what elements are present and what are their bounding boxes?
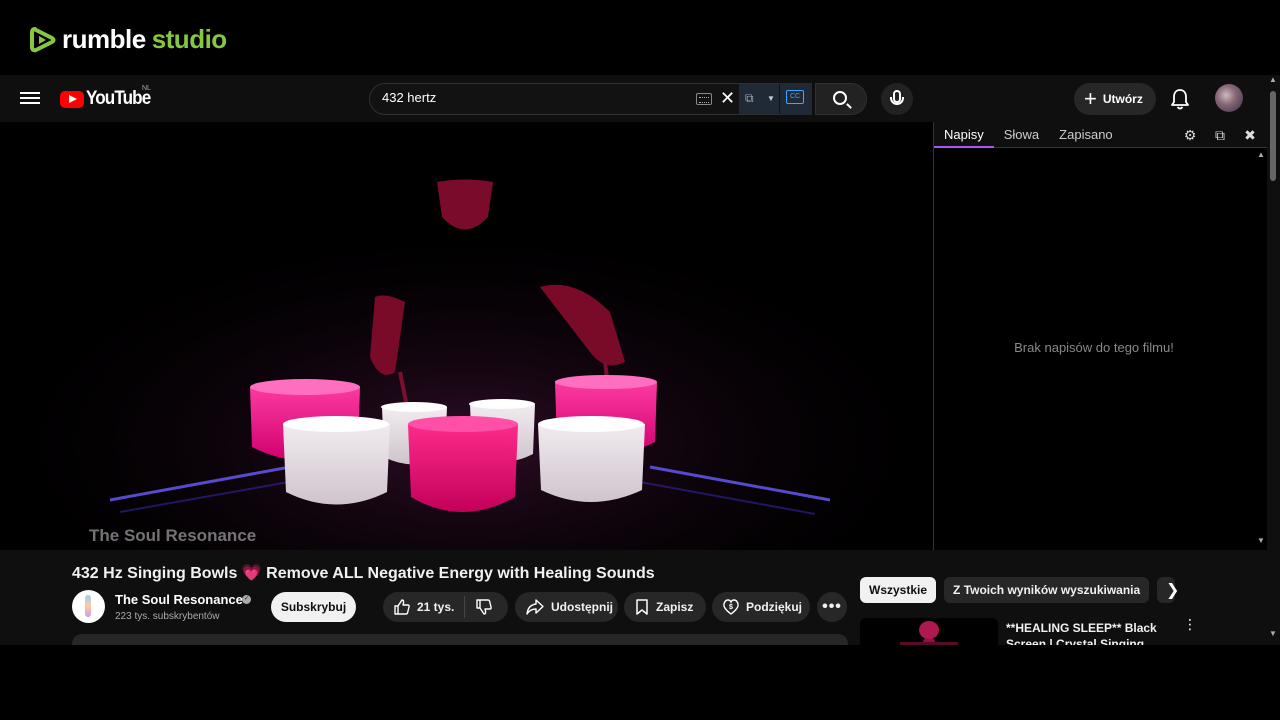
rumble-brand-word: rumble <box>62 24 146 54</box>
youtube-logo-text: YouTube <box>86 88 151 109</box>
subscribe-button[interactable]: Subskrybuj <box>271 592 356 622</box>
like-count: 21 tys. <box>417 600 455 614</box>
youtube-play-icon <box>60 90 84 108</box>
tab-zapisano[interactable]: Zapisano <box>1049 122 1122 148</box>
close-icon[interactable]: ✖ <box>1242 126 1258 144</box>
scroll-up-icon[interactable]: ▲ <box>1257 150 1265 159</box>
chevron-right-icon[interactable]: ❯ <box>1166 580 1179 600</box>
tab-slowa[interactable]: Słowa <box>994 122 1049 148</box>
thanks-heart-icon: $ <box>723 599 739 615</box>
recommendation-thumbnail[interactable] <box>860 618 998 645</box>
svg-text:$: $ <box>729 604 733 611</box>
dislike-button[interactable] <box>465 598 493 616</box>
chip-all[interactable]: Wszystkie <box>860 577 937 603</box>
keyboard-icon[interactable] <box>696 93 712 105</box>
video-frame <box>0 122 933 550</box>
subscriber-count: 223 tys. subskrybentów <box>115 611 220 622</box>
scroll-down-icon[interactable]: ▼ <box>1269 629 1277 638</box>
empty-message: Brak napisów do tego filmu! <box>1014 340 1174 355</box>
video-title: 432 Hz Singing Bowls 💗 Remove ALL Negati… <box>72 565 655 582</box>
video-player[interactable]: The Soul Resonance <box>0 122 933 550</box>
panel-icons: ⚙ ⧉ ✖ <box>1182 126 1258 144</box>
create-label: Utwórz <box>1102 92 1143 106</box>
subtitle-extension-button[interactable]: CC <box>780 83 812 115</box>
panel-scrollbar[interactable]: ▲ ▼ <box>1255 148 1267 550</box>
save-label: Zapisz <box>656 600 694 614</box>
share-button[interactable]: Udostępnij <box>515 592 618 622</box>
menu-icon[interactable] <box>20 89 40 109</box>
search-box[interactable]: ✕ ⧉ ▼ <box>369 83 812 115</box>
thanks-button[interactable]: $ Podziękuj <box>712 592 810 622</box>
studio-brand-word: studio <box>151 24 228 54</box>
thumbnail-image <box>860 618 998 645</box>
transcript-panel: Napisy Słowa Zapisano ⚙ ⧉ ✖ Brak napisów… <box>933 122 1268 550</box>
page-scrollbar[interactable]: ▲ ▼ <box>1267 75 1280 645</box>
channel-name[interactable]: The Soul Resonance <box>115 592 243 607</box>
related-chips: Wszystkie Z Twoich wyników wyszukiwania <box>860 577 1176 605</box>
like-dislike-group: 21 tys. <box>383 592 508 622</box>
search-icon <box>833 91 847 105</box>
description-box[interactable] <box>72 634 848 645</box>
create-button[interactable]: + Utwórz <box>1074 83 1156 115</box>
youtube-logo[interactable]: YouTube NL <box>60 85 157 110</box>
country-code: NL <box>142 85 151 92</box>
dropdown-arrow-icon: ▼ <box>767 94 775 103</box>
popout-icon[interactable]: ⧉ <box>1212 126 1228 144</box>
youtube-page: YouTube NL ✕ ⧉ ▼ CC + Utwórz <box>0 75 1280 645</box>
share-label: Udostępnij <box>551 600 613 614</box>
channel-avatar[interactable] <box>72 590 105 623</box>
like-button[interactable]: 21 tys. <box>383 596 466 618</box>
search-button[interactable] <box>815 83 867 115</box>
youtube-masthead: YouTube NL ✕ ⧉ ▼ CC + Utwórz <box>0 75 1280 122</box>
avatar[interactable] <box>1215 84 1243 112</box>
search-input[interactable] <box>382 90 682 105</box>
thumbs-up-icon <box>394 599 410 615</box>
subtitle-ext-icon: CC <box>786 90 804 104</box>
translate-extension-button[interactable]: ⧉ ▼ <box>739 84 779 114</box>
chip-from-search[interactable]: Z Twoich wyników wyszukiwania <box>944 577 1150 603</box>
more-actions-button[interactable]: ••• <box>817 592 847 622</box>
gear-icon[interactable]: ⚙ <box>1182 126 1198 144</box>
verified-icon: ✓ <box>242 595 251 604</box>
video-watermark: The Soul Resonance <box>89 526 257 545</box>
thanks-label: Podziękuj <box>746 600 803 614</box>
save-button[interactable]: Zapisz <box>624 592 706 622</box>
tab-napisy[interactable]: Napisy <box>934 122 994 148</box>
panel-tabs: Napisy Słowa Zapisano ⚙ ⧉ ✖ <box>934 122 1268 148</box>
kebab-menu-icon[interactable]: ⋮ <box>1183 617 1197 631</box>
rumble-studio-logo[interactable]: rumble studio <box>30 24 227 55</box>
scroll-down-icon[interactable]: ▼ <box>1257 536 1265 545</box>
clear-icon[interactable]: ✕ <box>720 88 735 109</box>
plus-icon: + <box>1084 86 1097 111</box>
bell-icon[interactable] <box>1170 88 1190 110</box>
bookmark-icon <box>636 599 648 615</box>
thumbs-down-icon <box>476 599 493 615</box>
rumble-play-icon <box>30 26 56 52</box>
rumble-header: rumble studio <box>0 0 1280 75</box>
recommendation-title[interactable]: **HEALING SLEEP** Black Screen | Crystal… <box>1006 620 1176 645</box>
scroll-up-icon[interactable]: ▲ <box>1269 75 1277 84</box>
voice-search-button[interactable] <box>881 83 913 115</box>
scroll-thumb[interactable] <box>1270 91 1276 181</box>
translate-icon: ⧉ <box>745 91 754 105</box>
channel-row: The Soul Resonance ✓ 223 tys. subskryben… <box>72 590 852 626</box>
mic-stand <box>890 97 904 105</box>
share-icon <box>526 599 544 615</box>
